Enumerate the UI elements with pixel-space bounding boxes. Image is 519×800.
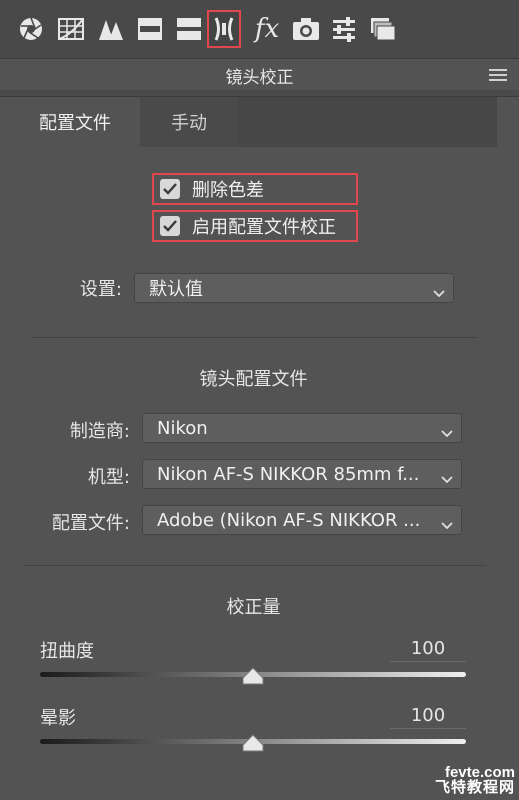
- lens-profile-title: 镜头配置文件: [199, 369, 308, 390]
- correction-amount-title: 校正量: [226, 597, 281, 618]
- tone-curve-grid-icon[interactable]: [54, 10, 88, 48]
- distortion-label: 扭曲度: [40, 641, 94, 662]
- setup-label: 设置:: [79, 279, 122, 300]
- section-divider: [32, 337, 478, 338]
- tab-bar-filler: [238, 97, 497, 147]
- checkbox-box[interactable]: [160, 179, 180, 199]
- distortion-slider-thumb[interactable]: [242, 667, 264, 689]
- panel-menu-icon[interactable]: [489, 67, 507, 87]
- make-value: Nikon: [157, 417, 208, 439]
- section-divider: [24, 565, 486, 566]
- tab-content-profile: 删除色差 启用配置文件校正 设置: 默认值 镜头配置文件 制造商: Nikon …: [10, 147, 497, 800]
- chevron-down-icon: [441, 423, 453, 442]
- panel-header: 镜头校正: [0, 58, 519, 91]
- vignetting-slider-thumb[interactable]: [242, 734, 264, 756]
- header-divider: [0, 90, 519, 97]
- site-watermark: fevte.com 飞特教程网: [434, 763, 515, 797]
- panel-title: 镜头校正: [225, 67, 294, 88]
- checkbox-label: 删除色差: [192, 180, 264, 201]
- tab-manual[interactable]: 手动: [140, 97, 238, 147]
- setup-value: 默认值: [149, 279, 203, 300]
- model-label: 机型:: [87, 467, 130, 488]
- tab-profile-label: 配置文件: [39, 113, 111, 134]
- checkbox-box[interactable]: [160, 216, 180, 236]
- lens-correction-icon[interactable]: [207, 10, 241, 48]
- watermark-line2: 飞特教程网: [434, 779, 515, 797]
- chevron-down-icon: [433, 283, 445, 302]
- make-label: 制造商:: [69, 421, 130, 442]
- detail-triangles-icon[interactable]: [94, 10, 128, 48]
- camera-calibration-icon[interactable]: [289, 10, 323, 48]
- sliders-presets-icon[interactable]: [327, 10, 361, 48]
- tab-manual-label: 手动: [171, 113, 207, 134]
- make-select[interactable]: Nikon: [142, 413, 462, 443]
- distortion-value[interactable]: 100: [390, 638, 466, 662]
- basic-aperture-icon[interactable]: [14, 10, 48, 48]
- remove-chromatic-aberration-checkbox[interactable]: 删除色差: [152, 173, 358, 205]
- snapshots-stack-icon[interactable]: [366, 10, 400, 48]
- profile-label: 配置文件:: [51, 513, 130, 534]
- hsl-grayscale-icon[interactable]: [133, 10, 167, 48]
- vignetting-value[interactable]: 100: [390, 705, 466, 729]
- split-toning-icon[interactable]: [172, 10, 206, 48]
- model-select[interactable]: Nikon AF-S NIKKOR 85mm f...: [142, 459, 462, 489]
- enable-profile-corrections-checkbox[interactable]: 启用配置文件校正: [152, 210, 358, 242]
- vignetting-label: 晕影: [40, 708, 76, 729]
- profile-value: Adobe (Nikon AF-S NIKKOR ...: [157, 509, 421, 531]
- chevron-down-icon: [441, 469, 453, 488]
- watermark-line1: fevte.com: [444, 763, 515, 781]
- checkbox-label: 启用配置文件校正: [192, 217, 336, 238]
- tab-bar: 配置文件 手动: [10, 97, 238, 147]
- profile-select[interactable]: Adobe (Nikon AF-S NIKKOR ...: [142, 505, 462, 535]
- panel-toolbar: fx: [0, 0, 519, 58]
- chevron-down-icon: [441, 515, 453, 534]
- tab-profile[interactable]: 配置文件: [10, 97, 140, 147]
- setup-select[interactable]: 默认值: [134, 273, 454, 303]
- effects-fx-icon[interactable]: fx: [250, 10, 284, 48]
- model-value: Nikon AF-S NIKKOR 85mm f...: [157, 463, 420, 485]
